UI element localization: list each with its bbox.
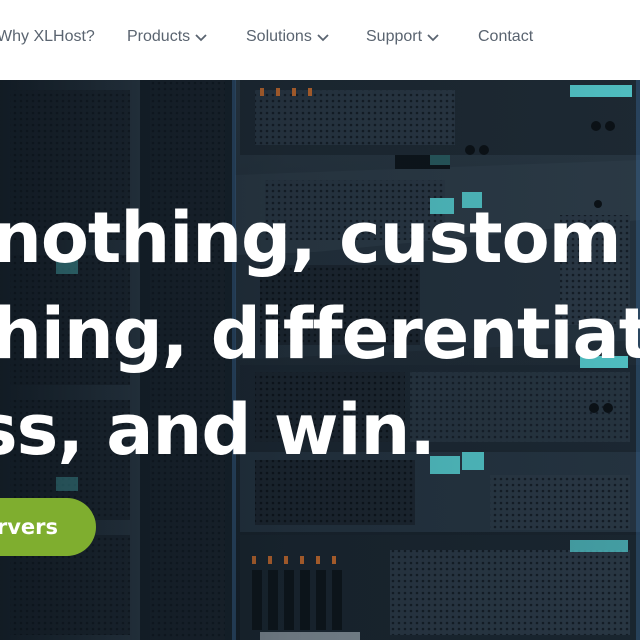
hero-headline: nothing, custom hing, differentiat ss, a…: [0, 190, 640, 478]
nav-item-products[interactable]: Products: [127, 28, 208, 46]
nav-item-support[interactable]: Support: [366, 28, 440, 46]
nav-item-label: Products: [127, 28, 191, 45]
top-navigation: Why XLHost? Products Solutions Support C…: [0, 0, 640, 80]
headline-line-3: ss, and win.: [0, 389, 436, 471]
cta-button-label: rvers: [0, 515, 58, 539]
chevron-down-icon: [316, 30, 330, 44]
cta-button[interactable]: rvers: [0, 498, 96, 556]
nav-item-label: Support: [366, 28, 423, 45]
hero-section: nothing, custom hing, differentiat ss, a…: [0, 80, 640, 640]
chevron-down-icon: [426, 30, 440, 44]
nav-item-label: Solutions: [246, 28, 312, 45]
nav-item-contact[interactable]: Contact: [478, 28, 533, 46]
nav-item-label: Why XLHost?: [0, 28, 95, 45]
headline-line-1: nothing, custom: [0, 197, 622, 279]
nav-item-label: Contact: [478, 28, 534, 45]
chevron-down-icon: [194, 30, 208, 44]
headline-line-2: hing, differentiat: [0, 293, 640, 375]
nav-item-why-xlhost[interactable]: Why XLHost?: [0, 28, 95, 46]
nav-item-solutions[interactable]: Solutions: [246, 28, 330, 46]
